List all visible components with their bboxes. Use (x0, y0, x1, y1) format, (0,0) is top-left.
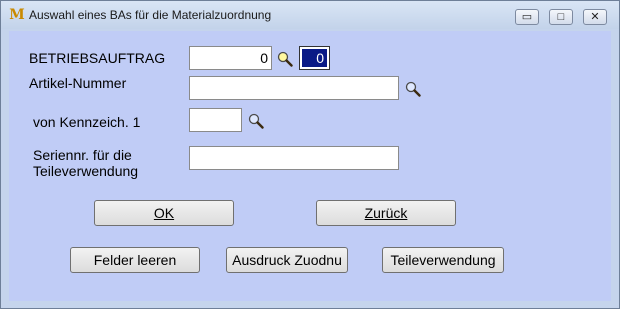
kennzeichen-input[interactable] (189, 108, 242, 132)
zurueck-button-label: Zurück (364, 205, 408, 221)
ok-button-label: OK (153, 205, 175, 221)
felder-leeren-label: Felder leeren (93, 252, 177, 268)
app-logo-icon: M (9, 7, 25, 23)
betriebsauftrag-input[interactable]: 0 (189, 46, 272, 70)
search-icon[interactable] (248, 113, 264, 129)
minimize-button[interactable]: ▭ (515, 9, 539, 25)
title-bar[interactable]: M Auswahl eines BAs für die Materialzuor… (1, 1, 619, 29)
artikel-label: Artikel-Nummer (29, 75, 127, 91)
seriennr-input[interactable] (189, 146, 399, 170)
betriebsauftrag-position-value: 0 (302, 49, 327, 67)
maximize-icon: □ (557, 11, 565, 23)
dialog-window: M Auswahl eines BAs für die Materialzuor… (0, 0, 620, 309)
window-title: Auswahl eines BAs für die Materialzuordn… (29, 8, 272, 22)
felder-leeren-button[interactable]: Felder leeren (70, 247, 200, 273)
betriebsauftrag-position-input[interactable]: 0 (299, 46, 330, 70)
seriennr-label-line2: Teileverwendung (33, 163, 139, 179)
close-button[interactable]: ✕ (583, 9, 607, 25)
minimize-icon: ▭ (521, 11, 533, 23)
search-icon[interactable] (405, 81, 421, 97)
close-icon: ✕ (590, 11, 600, 23)
kennzeichen-label: von Kennzeich. 1 (33, 114, 141, 130)
ok-button[interactable]: OK (94, 200, 234, 226)
maximize-button[interactable]: □ (549, 9, 573, 25)
ausdruck-button[interactable]: Ausdruck Zuodnu (226, 247, 348, 273)
zurueck-button[interactable]: Zurück (316, 200, 456, 226)
dialog-client-area: BETRIEBSAUFTRAG 0 0 Artikel-Nummer von K… (9, 31, 611, 301)
seriennr-label-line1: Seriennr. für die (33, 147, 132, 163)
artikel-input[interactable] (189, 76, 399, 100)
teileverwendung-label: Teileverwendung (390, 252, 496, 268)
betriebsauftrag-label: BETRIEBSAUFTRAG (29, 50, 166, 66)
teileverwendung-button[interactable]: Teileverwendung (382, 247, 504, 273)
ausdruck-label: Ausdruck Zuodnu (232, 252, 342, 268)
search-icon[interactable] (277, 51, 293, 67)
